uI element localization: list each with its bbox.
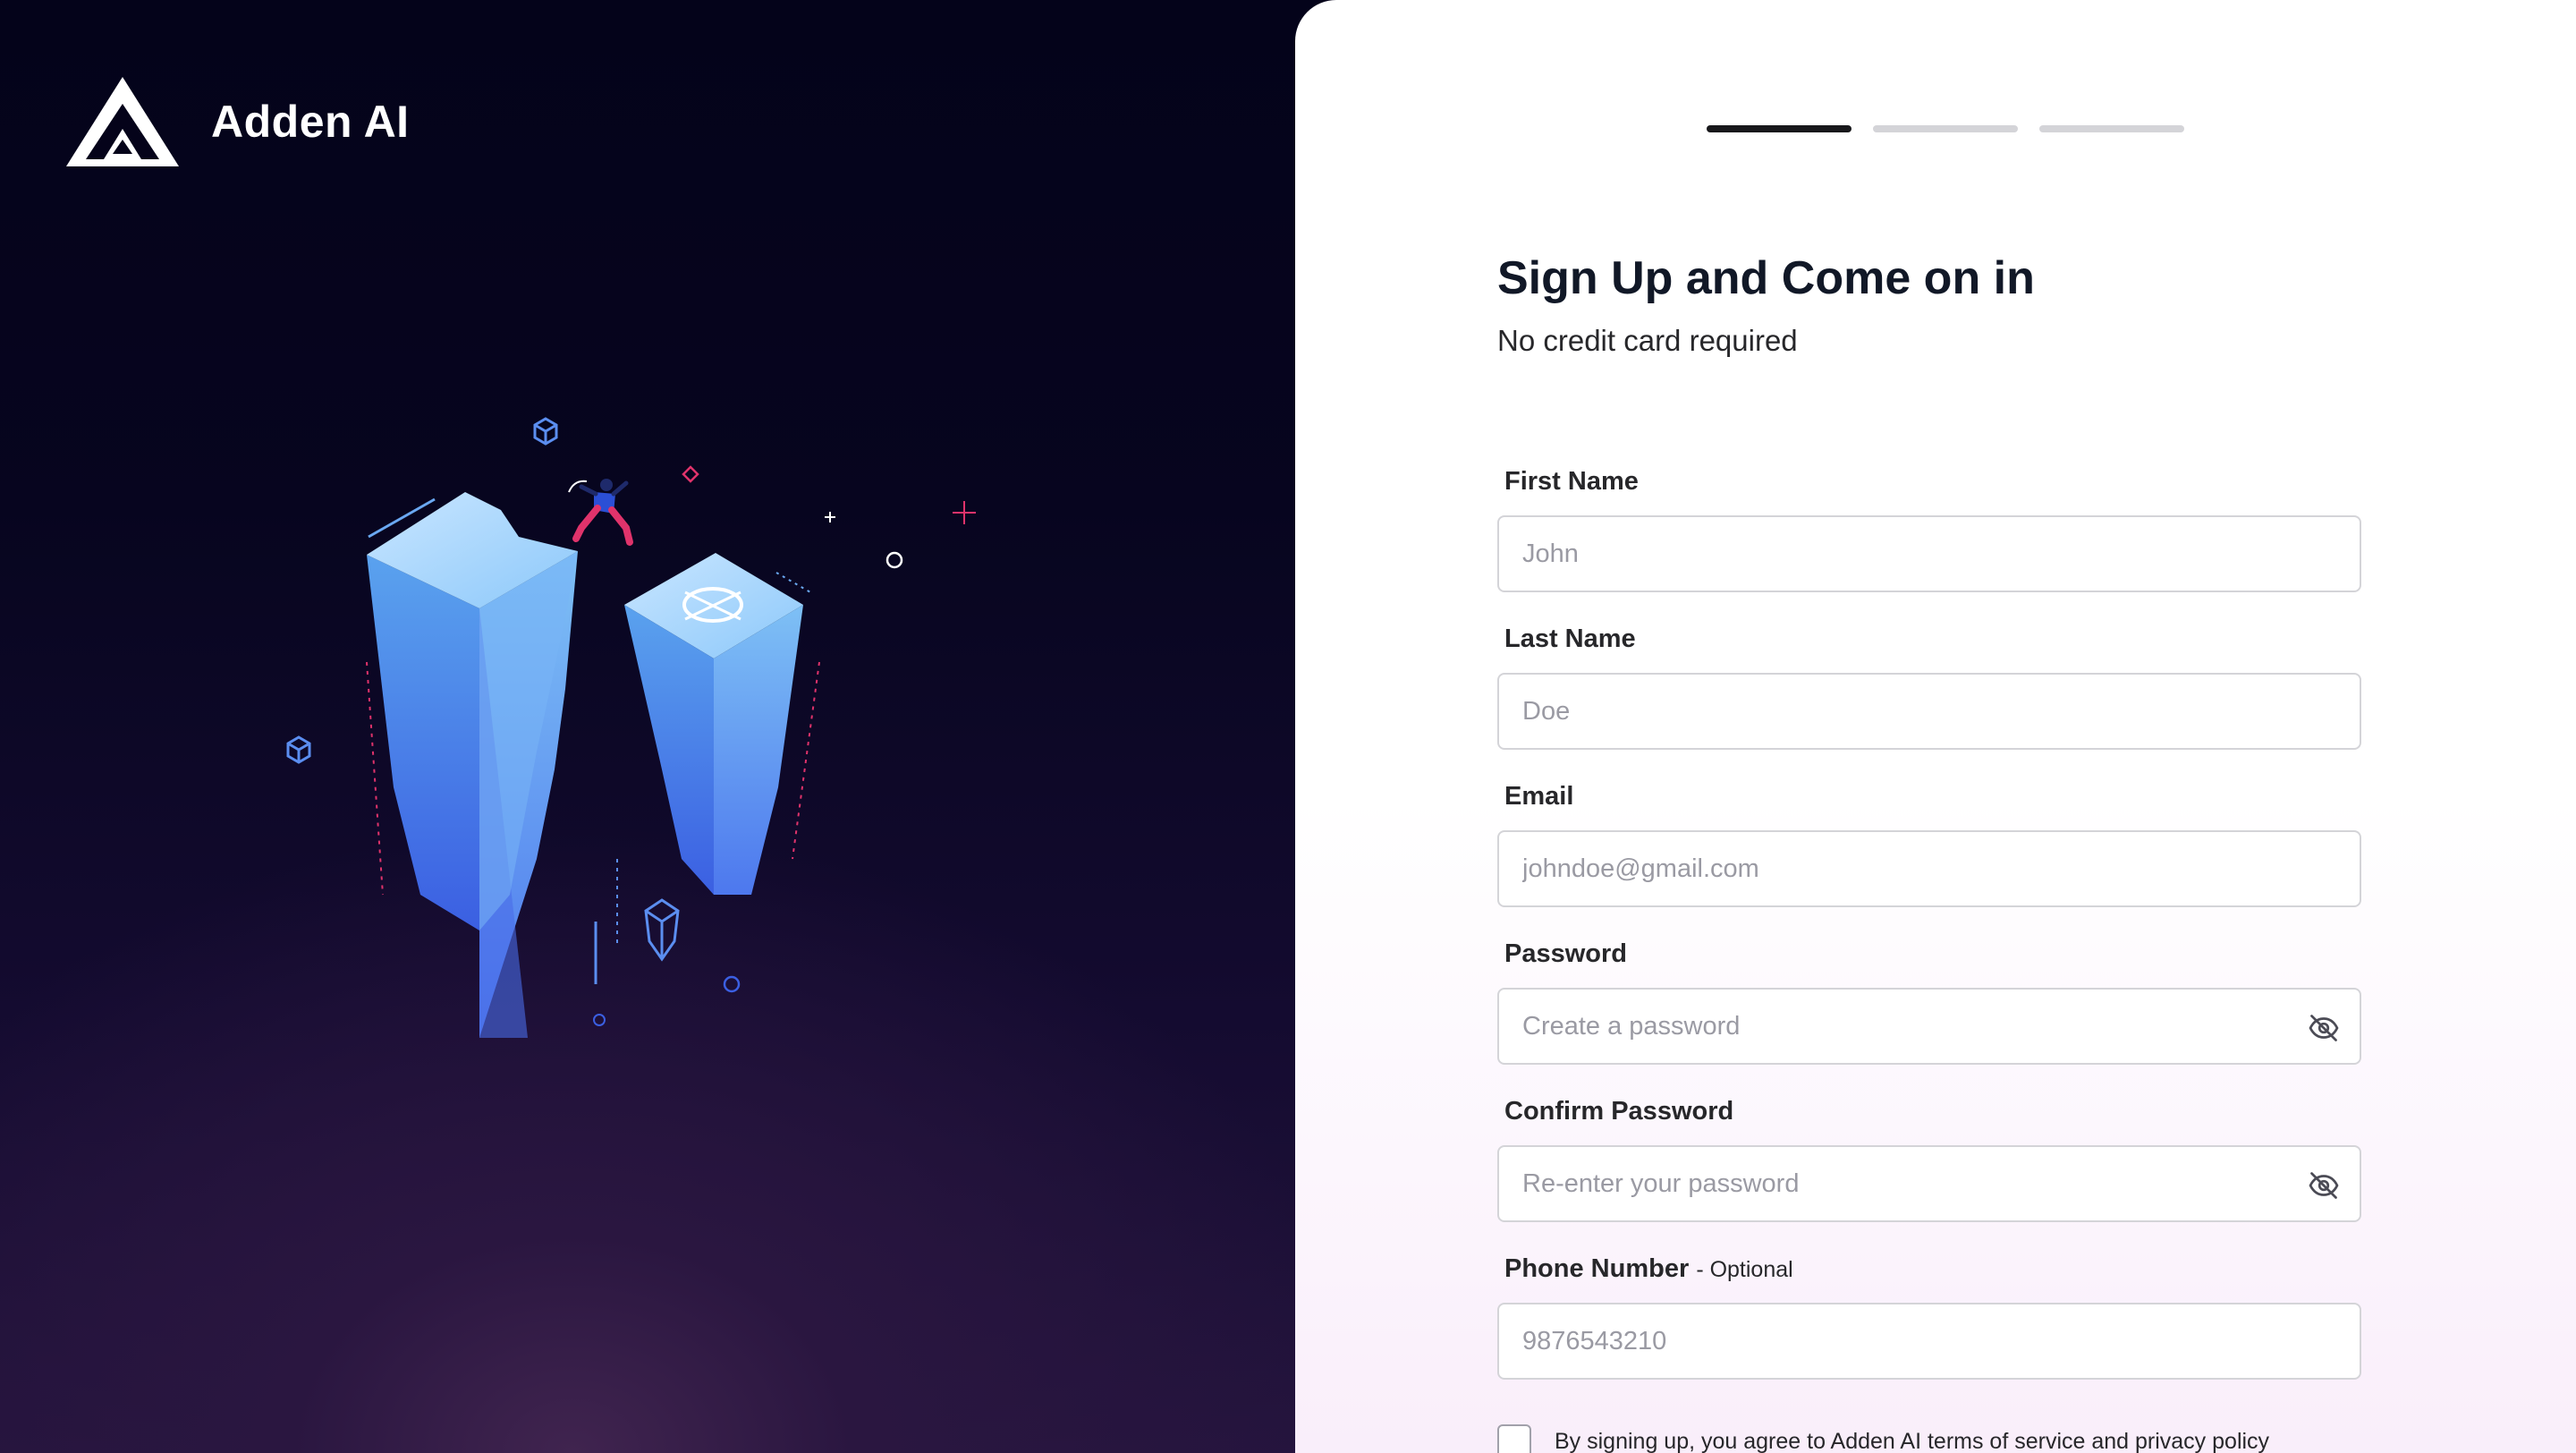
- floating-gem-icon: [644, 898, 680, 962]
- optional-note: - Optional: [1696, 1257, 1793, 1282]
- page-subtitle: No credit card required: [1497, 324, 1798, 357]
- signup-panel: Sign Up and Come on in No credit card re…: [1295, 0, 2576, 1453]
- confirm-password-input[interactable]: [1499, 1147, 2360, 1220]
- floating-ring-icon: [723, 975, 741, 993]
- left-iceberg: [366, 492, 578, 1038]
- sparkle-icon: [825, 512, 835, 523]
- page-title: Sign Up and Come on in: [1497, 252, 2035, 304]
- progress-step-3: [2039, 125, 2184, 132]
- confirm-password-label: Confirm Password: [1504, 1097, 1734, 1126]
- password-input-wrap: [1497, 988, 2361, 1065]
- last-name-input[interactable]: [1499, 675, 2360, 748]
- last-name-input-wrap: [1497, 673, 2361, 750]
- phone-field: Phone Number - Optional: [1497, 1251, 2361, 1380]
- progress-step-1: [1707, 125, 1852, 132]
- phone-label: Phone Number - Optional: [1504, 1251, 2361, 1287]
- brand-name: Adden AI: [211, 97, 410, 147]
- password-input[interactable]: [1499, 990, 2360, 1063]
- phone-input-wrap: [1497, 1303, 2361, 1380]
- eye-off-icon[interactable]: [2308, 1169, 2340, 1202]
- first-name-input-wrap: [1497, 515, 2361, 592]
- phone-input[interactable]: [1499, 1304, 2360, 1378]
- last-name-field: Last Name: [1497, 621, 2361, 750]
- jumping-person: [568, 479, 633, 546]
- phone-label-text: Phone Number: [1504, 1254, 1690, 1283]
- confirm-password-field: Confirm Password: [1497, 1093, 2361, 1222]
- sparkle-icon: [953, 501, 976, 524]
- floating-ring-icon: [886, 551, 903, 569]
- brand-panel: Adden AI: [0, 0, 1324, 1453]
- confirm-password-input-wrap: [1497, 1145, 2361, 1222]
- iceberg-jump-illustration: [286, 417, 976, 1038]
- email-field: Email: [1497, 778, 2361, 907]
- email-input[interactable]: [1499, 832, 2360, 905]
- first-name-label: First Name: [1504, 467, 1639, 496]
- floating-cube-icon: [286, 735, 311, 764]
- step-progress: [1707, 125, 2184, 132]
- first-name-input[interactable]: [1499, 517, 2360, 591]
- first-name-field: First Name: [1497, 463, 2361, 592]
- right-iceberg: [624, 553, 820, 895]
- floating-diamond-icon: [682, 465, 699, 483]
- terms-checkbox[interactable]: [1497, 1424, 1531, 1453]
- email-label: Email: [1504, 782, 1574, 811]
- terms-row: By signing up, you agree to Adden AI ter…: [1497, 1424, 2269, 1453]
- signup-form: Sign Up and Come on in No credit card re…: [1497, 247, 2365, 1453]
- email-input-wrap: [1497, 830, 2361, 907]
- progress-step-2: [1873, 125, 2018, 132]
- terms-text: By signing up, you agree to Adden AI ter…: [1555, 1428, 2270, 1453]
- brand-header: Adden AI: [66, 77, 410, 166]
- adden-logo-icon: [66, 77, 179, 166]
- password-label: Password: [1504, 939, 1627, 968]
- floating-ring-icon: [593, 1014, 606, 1026]
- last-name-label: Last Name: [1504, 625, 1636, 653]
- eye-off-icon[interactable]: [2308, 1012, 2340, 1044]
- password-field: Password: [1497, 936, 2361, 1065]
- floating-cube-icon: [533, 417, 558, 446]
